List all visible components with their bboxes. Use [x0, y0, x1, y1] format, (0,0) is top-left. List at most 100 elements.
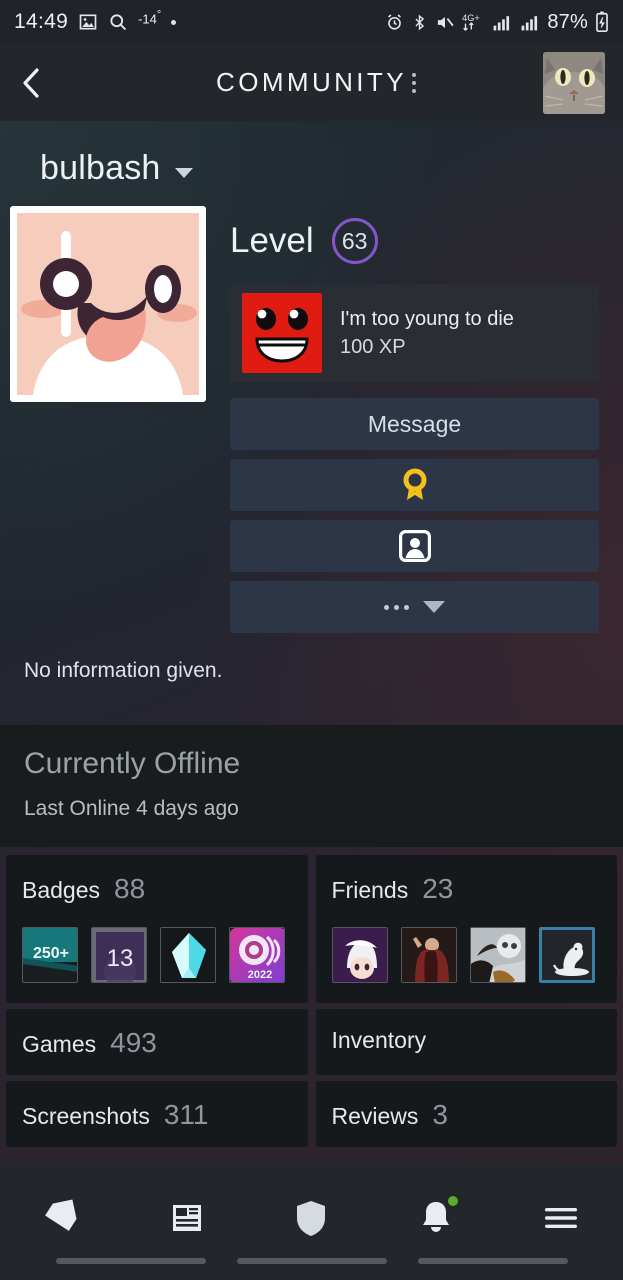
level-label: Level [230, 221, 314, 260]
overflow-menu-button[interactable] [412, 72, 416, 93]
badge-gem[interactable] [160, 927, 216, 983]
stat-card-reviews[interactable]: Reviews 3 [315, 1081, 617, 1147]
screenshots-label: Screenshots [22, 1103, 150, 1129]
gesture-bar [0, 1258, 623, 1264]
badge-thumbnails: 250+ 13 2022 [22, 927, 292, 983]
badge-250-plus[interactable]: 250+ [22, 927, 78, 983]
badge-250-plus-icon: 250+ [23, 928, 77, 982]
status-bar-temperature: -14° [138, 9, 162, 27]
username-label: bulbash [40, 149, 161, 187]
cartoon-face-avatar-icon [17, 213, 199, 395]
gesture-pill [417, 1258, 568, 1264]
nav-notifications[interactable] [374, 1192, 499, 1244]
about-text: No information given. [24, 659, 223, 682]
kebab-dot-icon [412, 88, 416, 93]
games-count: 493 [110, 1027, 157, 1058]
chevron-down-icon[interactable] [174, 167, 193, 178]
level-row: Level 63 [230, 218, 599, 264]
nav-menu[interactable] [498, 1192, 623, 1244]
friend-rat-avatar-icon [541, 930, 592, 980]
stat-card-inventory[interactable]: Inventory [315, 1009, 617, 1075]
friend-skull-avatar[interactable] [469, 927, 526, 983]
reviews-count: 3 [432, 1099, 448, 1130]
featured-badge-xp: 100 XP [340, 335, 406, 358]
featured-badge-icon [242, 293, 322, 373]
meat-boy-badge-icon [242, 293, 322, 373]
friend-thumbnails [331, 927, 602, 983]
add-friend-button[interactable] [230, 520, 599, 572]
online-status-card: Currently Offline Last Online 4 days ago [0, 725, 623, 847]
profile-summary: Level 63 I'm too young to die 100 XP Mes… [0, 188, 623, 633]
badges-label: Badges [22, 877, 101, 903]
friend-skull-avatar-icon [470, 928, 525, 982]
svg-text:2022: 2022 [248, 969, 272, 981]
stat-card-screenshots[interactable]: Screenshots 311 [6, 1081, 308, 1147]
nav-community[interactable] [249, 1192, 374, 1244]
profile-page: bulbash Level 63 I'm too young to die 10… [0, 121, 623, 1280]
friend-robed-man-avatar[interactable] [400, 927, 457, 983]
kebab-dot-icon [412, 80, 416, 85]
ellipsis-icon [384, 604, 409, 610]
featured-badge-name: I'm too young to die [340, 307, 514, 330]
news-article-icon [172, 1205, 201, 1231]
chevron-down-icon [423, 601, 445, 613]
profile-icon [398, 530, 431, 562]
shield-icon [297, 1201, 326, 1236]
badge-level-13[interactable]: 13 [91, 927, 147, 983]
nominate-award-button[interactable] [230, 459, 599, 511]
profile-actions: Message [230, 398, 599, 633]
games-label: Games [22, 1031, 97, 1057]
tag-icon [45, 1199, 77, 1231]
chevron-left-icon [23, 67, 39, 98]
friend-robed-man-avatar-icon [401, 928, 456, 982]
badge-gem-icon [161, 928, 215, 982]
award-icon [403, 468, 426, 500]
account-avatar[interactable] [543, 51, 605, 114]
app-header: COMMUNITY [0, 44, 623, 121]
svg-text:250+: 250+ [33, 945, 69, 962]
svg-text:4G+: 4G+ [463, 13, 481, 23]
friend-anime-avatar-icon [332, 928, 387, 982]
featured-badge-card[interactable]: I'm too young to die 100 XP [230, 284, 599, 382]
badge-level-13-icon: 13 [92, 928, 146, 982]
network-4g-plus-icon: 4G+ [462, 12, 484, 32]
more-actions-button[interactable] [230, 581, 599, 633]
message-button[interactable]: Message [230, 398, 599, 450]
back-button[interactable] [18, 66, 62, 100]
inventory-label: Inventory [331, 1027, 427, 1053]
alarm-icon [385, 13, 404, 32]
notification-dot-icon [171, 19, 177, 25]
page-title: COMMUNITY [216, 67, 407, 97]
svg-text:13: 13 [107, 945, 134, 972]
friends-label: Friends [331, 877, 409, 903]
bluetooth-icon [411, 13, 428, 32]
battery-charging-icon [595, 11, 609, 33]
friend-rat-avatar-online[interactable] [538, 927, 595, 983]
reviews-label: Reviews [331, 1103, 419, 1129]
battery-percentage: 87% [547, 10, 588, 33]
nav-store[interactable] [0, 1192, 125, 1244]
stat-card-friends[interactable]: Friends 23 [315, 855, 617, 1003]
screenshots-count: 311 [163, 1099, 209, 1130]
nav-library[interactable] [125, 1192, 250, 1244]
badges-count: 88 [114, 873, 146, 904]
gesture-pill [55, 1258, 206, 1264]
friend-anime-avatar[interactable] [331, 927, 388, 983]
notification-badge-dot [446, 1194, 461, 1208]
badge-steam-2022[interactable]: 2022 [229, 927, 285, 983]
last-online-label: Last Online 4 days ago [24, 797, 239, 820]
status-bar: 14:49 -14° 4G+ 87% [0, 0, 623, 44]
dot-icon [394, 604, 399, 610]
mute-icon [435, 13, 455, 32]
stat-card-badges[interactable]: Badges 88 250+ 13 2022 [6, 855, 308, 1003]
bottom-navigation [0, 1164, 623, 1280]
profile-avatar[interactable] [10, 206, 206, 402]
username-row[interactable]: bulbash [0, 121, 623, 188]
stat-card-games[interactable]: Games 493 [6, 1009, 308, 1075]
gesture-pill [236, 1258, 387, 1264]
status-title: Currently Offline [24, 747, 241, 780]
kebab-dot-icon [412, 72, 416, 77]
cat-avatar-icon [543, 51, 605, 114]
level-badge: 63 [331, 218, 378, 264]
phone-screen: 14:49 -14° 4G+ 87% COMMUNITY bulbash Lev… [0, 0, 623, 1280]
